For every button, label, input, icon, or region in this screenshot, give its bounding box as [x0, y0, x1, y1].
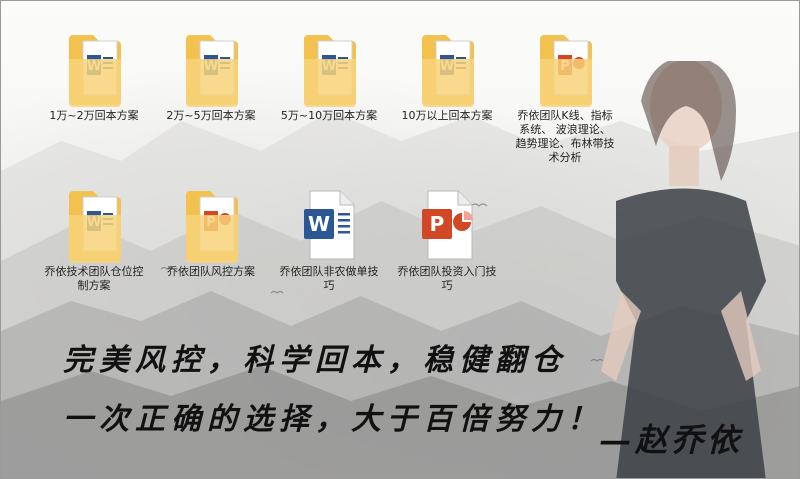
file-item-9[interactable]: P 乔依团队投资入门技巧: [392, 187, 502, 293]
slogan-line-1: 完美风控，科学回本，稳健翻仓: [63, 343, 567, 378]
signature: —赵乔依: [599, 421, 744, 459]
ppt-folder-icon: P: [530, 31, 600, 107]
svg-text:W: W: [308, 212, 330, 236]
file-item-4[interactable]: W 10万以上回本方案: [392, 31, 502, 123]
word-folder-icon: W: [294, 31, 364, 107]
file-label: 5万~10万回本方案: [280, 109, 378, 122]
ppt-folder-icon: P: [176, 187, 246, 263]
file-label: 乔依团队非农做单技巧: [279, 265, 379, 292]
file-item-7[interactable]: P 乔依团队风控方案: [156, 187, 266, 279]
file-item-2[interactable]: W 2万~5万回本方案: [156, 31, 266, 123]
file-item-3[interactable]: W 5万~10万回本方案: [274, 31, 384, 123]
file-label: 1万~2万回本方案: [49, 109, 139, 122]
file-label: 乔依团队风控方案: [167, 265, 255, 278]
file-item-1[interactable]: W 1万~2万回本方案: [39, 31, 149, 123]
file-label: 2万~5万回本方案: [166, 109, 256, 122]
word-doc-icon: W: [294, 187, 364, 263]
word-folder-icon: W: [176, 31, 246, 107]
desktop-window: W 1万~2万回本方案 W 2万~5万回本方案: [0, 0, 800, 479]
slogan-line-2: 一次正确的选择，大于百倍努力！: [63, 402, 603, 437]
file-item-5[interactable]: P 乔依团队K线、指标系统、 波浪理论、 趋势理论、布林带技术分析: [510, 31, 620, 165]
word-folder-icon: W: [412, 31, 482, 107]
word-folder-icon: W: [59, 187, 129, 263]
word-folder-icon: W: [59, 31, 129, 107]
file-item-8[interactable]: W 乔依团队非农做单技巧: [274, 187, 384, 293]
file-label: 乔依团队投资入门技巧: [397, 265, 497, 292]
file-item-6[interactable]: W 乔依技术团队仓位控制方案: [39, 187, 149, 293]
file-label: 10万以上回本方案: [401, 109, 493, 122]
file-label: 乔依团队K线、指标系统、 波浪理论、 趋势理论、布林带技术分析: [515, 109, 615, 164]
ppt-doc-icon: P: [412, 187, 482, 263]
svg-text:P: P: [430, 212, 445, 236]
file-label: 乔依技术团队仓位控制方案: [44, 265, 144, 292]
